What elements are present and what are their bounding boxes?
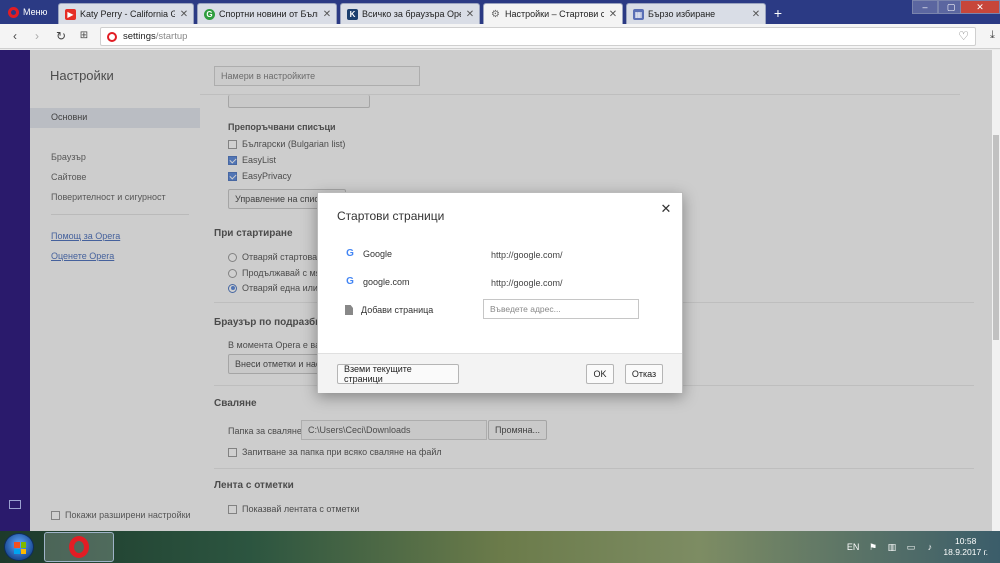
cancel-button[interactable]: Отказ <box>625 364 663 384</box>
tab-title: Всичко за браузъра Opera <box>362 9 461 19</box>
page-url: http://google.com/ <box>491 278 563 288</box>
network-icon[interactable]: ▥ <box>886 542 897 553</box>
close-tab-icon[interactable]: ✕ <box>465 9 475 20</box>
action-center-flag-icon[interactable]: ⚑ <box>867 542 878 553</box>
page-scrollbar[interactable] <box>992 50 1000 531</box>
battery-icon[interactable]: ▭ <box>905 542 916 553</box>
windows-logo-icon <box>14 542 26 554</box>
start-button[interactable] <box>4 533 34 561</box>
startup-page-item[interactable]: G google.com <box>345 276 410 288</box>
tab-sport-news[interactable]: G Спортни новини от България ✕ <box>197 3 337 24</box>
opera-logo-icon <box>8 6 19 18</box>
tab-title: Katy Perry - California Gurl <box>80 9 175 19</box>
tab-speed-dial[interactable]: ▦ Бързо избиране ✕ <box>626 3 766 24</box>
bookmark-heart-icon[interactable]: ♡ <box>958 29 969 43</box>
google-icon: G <box>346 276 354 287</box>
close-tab-icon[interactable]: ✕ <box>179 9 189 20</box>
close-window-button[interactable]: ✕ <box>960 0 1000 14</box>
google-icon: G <box>346 248 354 259</box>
dialog-title: Стартови страници <box>337 209 445 223</box>
opera-sidebar <box>0 50 30 531</box>
startup-pages-dialog: Стартови страници ✕ G Google http://goog… <box>317 192 683 393</box>
download-icon[interactable]: ⤓ <box>990 29 1000 42</box>
opera-menu-button[interactable]: Меню <box>2 3 54 21</box>
taskbar-opera-button[interactable] <box>44 532 114 562</box>
page-name: Google <box>363 249 393 259</box>
volume-icon[interactable]: ♪ <box>924 542 935 553</box>
dialog-footer: Вземи текущите страници OK Отказ <box>318 353 682 393</box>
close-tab-icon[interactable]: ✕ <box>751 9 761 20</box>
tabs-grid-icon[interactable]: ⊞ <box>77 29 91 43</box>
page-icon <box>345 305 353 315</box>
use-current-pages-button[interactable]: Вземи текущите страници <box>337 364 459 384</box>
add-page-row: Добави страница <box>345 305 433 315</box>
tab-settings[interactable]: ⚙ Настройки – Стартови стр ✕ <box>483 3 623 24</box>
language-indicator[interactable]: EN <box>847 542 860 552</box>
add-page-label: Добави страница <box>361 305 434 315</box>
gear-icon: ⚙ <box>491 8 500 20</box>
clock-date: 18.9.2017 г. <box>943 547 988 557</box>
clock-time: 10:58 <box>955 536 977 546</box>
url-input[interactable]: settings/startup ♡ <box>100 27 976 46</box>
clock[interactable]: 10:58 18.9.2017 г. <box>943 536 988 558</box>
ok-button[interactable]: OK <box>586 364 614 384</box>
url-host: settings <box>123 31 156 42</box>
tab-title: Бързо избиране <box>648 9 716 19</box>
tab-bar: Меню ▶ Katy Perry - California Gurl ✕ G … <box>0 0 1000 24</box>
startup-page-item[interactable]: G Google <box>345 248 393 260</box>
forward-icon[interactable]: › <box>30 29 44 43</box>
address-bar: ‹ › ↻ ⊞ settings/startup ♡ ⤓ <box>0 24 1000 49</box>
green-g-icon: G <box>204 8 215 20</box>
close-tab-icon[interactable]: ✕ <box>322 9 332 20</box>
tab-opera-info[interactable]: K Всичко за браузъра Opera ✕ <box>340 3 480 24</box>
page-name: google.com <box>363 277 410 287</box>
scrollbar-thumb[interactable] <box>993 135 999 340</box>
menu-label: Меню <box>23 7 48 17</box>
close-tab-icon[interactable]: ✕ <box>608 9 618 20</box>
windows-taskbar: EN ⚑ ▥ ▭ ♪ 10:58 18.9.2017 г. <box>0 531 1000 563</box>
reload-icon[interactable]: ↻ <box>54 29 68 43</box>
tab-title: Спортни новини от България <box>219 9 318 19</box>
tab-title: Настройки – Стартови стр <box>505 9 604 19</box>
minimize-button[interactable]: – <box>912 0 938 14</box>
opera-logo-icon <box>69 536 89 558</box>
sidebar-toggle-icon[interactable] <box>9 500 21 509</box>
back-icon[interactable]: ‹ <box>8 29 22 43</box>
address-input[interactable]: Въведете адрес... <box>483 299 639 319</box>
opera-badge-icon <box>107 31 117 42</box>
close-icon[interactable]: ✕ <box>659 201 673 217</box>
tab-youtube[interactable]: ▶ Katy Perry - California Gurl ✕ <box>58 3 194 24</box>
new-tab-button[interactable]: + <box>770 5 786 21</box>
page-url: http://google.com/ <box>491 250 563 260</box>
system-tray: EN ⚑ ▥ ▭ ♪ 10:58 18.9.2017 г. <box>847 531 1000 563</box>
k-icon: K <box>347 8 358 20</box>
youtube-icon: ▶ <box>65 8 76 20</box>
speed-dial-icon: ▦ <box>633 8 644 20</box>
url-path: /startup <box>155 31 188 42</box>
